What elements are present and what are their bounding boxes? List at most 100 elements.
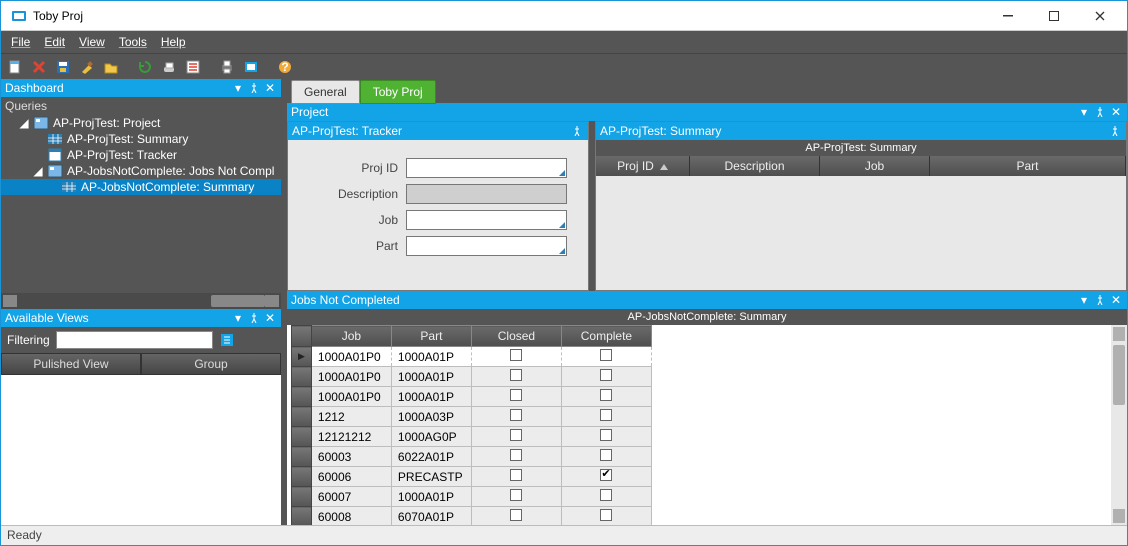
minimize-button[interactable]	[985, 2, 1031, 30]
delete-icon[interactable]	[29, 57, 49, 77]
row-handle[interactable]	[292, 367, 312, 387]
refresh-icon[interactable]	[135, 57, 155, 77]
cell-closed[interactable]	[471, 387, 561, 407]
row-handle[interactable]	[292, 347, 312, 367]
checkbox[interactable]	[510, 389, 522, 401]
checkbox[interactable]	[600, 389, 612, 401]
table-row[interactable]: 1000A01P01000A01P	[292, 347, 652, 367]
jobs-vscrollbar[interactable]	[1111, 325, 1127, 525]
checkbox[interactable]	[510, 469, 522, 481]
checkbox[interactable]	[510, 489, 522, 501]
cell-closed[interactable]	[471, 407, 561, 427]
close-panel-icon[interactable]: ✕	[263, 81, 277, 95]
cell-closed[interactable]	[471, 347, 561, 367]
col-description[interactable]: Description	[690, 156, 820, 176]
dropdown-corner-icon[interactable]	[559, 248, 565, 254]
close-panel-icon[interactable]: ✕	[263, 311, 277, 325]
dashboard-dropdown-icon[interactable]: ▾	[231, 81, 245, 95]
jobs-dropdown-icon[interactable]: ▾	[1077, 293, 1091, 307]
cell-complete[interactable]	[561, 507, 651, 526]
pin-icon[interactable]	[247, 311, 261, 325]
checkbox[interactable]	[600, 509, 612, 521]
cell-part[interactable]: 1000A03P	[391, 407, 471, 427]
erase-icon[interactable]	[159, 57, 179, 77]
table-row[interactable]: 600071000A01P	[292, 487, 652, 507]
col-job[interactable]: Job	[311, 326, 391, 347]
cell-part[interactable]: 6022A01P	[391, 447, 471, 467]
cell-complete[interactable]	[561, 407, 651, 427]
close-button[interactable]	[1077, 2, 1123, 30]
views-dropdown-icon[interactable]: ▾	[231, 311, 245, 325]
checkbox[interactable]	[600, 489, 612, 501]
checkbox[interactable]	[600, 429, 612, 441]
checkbox[interactable]	[510, 449, 522, 461]
tab-general[interactable]: General	[291, 80, 360, 104]
cell-complete[interactable]	[561, 387, 651, 407]
cell-job[interactable]: 60008	[311, 507, 391, 526]
row-handle[interactable]	[292, 507, 312, 526]
col-proj-id[interactable]: Proj ID	[596, 156, 690, 176]
scroll-thumb[interactable]	[211, 295, 265, 307]
checklist-icon[interactable]	[183, 57, 203, 77]
row-handle[interactable]	[292, 427, 312, 447]
menu-file[interactable]: File	[5, 33, 36, 51]
table-row[interactable]: 1000A01P01000A01P	[292, 367, 652, 387]
cell-job[interactable]: 60006	[311, 467, 391, 487]
scroll-left-icon[interactable]	[3, 295, 17, 307]
clear-icon[interactable]	[77, 57, 97, 77]
col-part[interactable]: Part	[930, 156, 1126, 176]
menu-view[interactable]: View	[73, 33, 111, 51]
cell-job[interactable]: 1212	[311, 407, 391, 427]
pin-icon[interactable]	[1108, 124, 1122, 138]
menu-help[interactable]: Help	[155, 33, 192, 51]
filter-input[interactable]	[56, 331, 213, 349]
close-panel-icon[interactable]: ✕	[1109, 105, 1123, 119]
cell-closed[interactable]	[471, 447, 561, 467]
cell-part[interactable]: 1000AG0P	[391, 427, 471, 447]
checkbox[interactable]	[600, 349, 612, 361]
cell-job[interactable]: 1000A01P0	[311, 387, 391, 407]
dropdown-corner-icon[interactable]	[559, 222, 565, 228]
preview-icon[interactable]	[241, 57, 261, 77]
row-handle[interactable]	[292, 387, 312, 407]
row-handle[interactable]	[292, 447, 312, 467]
cell-job[interactable]: 60003	[311, 447, 391, 467]
collapse-icon[interactable]: ◢	[33, 164, 43, 178]
cell-part[interactable]: PRECASTP	[391, 467, 471, 487]
collapse-icon[interactable]: ◢	[19, 116, 29, 130]
print-icon[interactable]	[217, 57, 237, 77]
description-input[interactable]	[406, 184, 567, 204]
pin-icon[interactable]	[247, 81, 261, 95]
cell-closed[interactable]	[471, 487, 561, 507]
cell-closed[interactable]	[471, 507, 561, 526]
table-row[interactable]: 60006PRECASTP	[292, 467, 652, 487]
filter-action-icon[interactable]	[219, 332, 235, 348]
tree-node-tracker[interactable]: AP-ProjTest: Tracker	[1, 147, 281, 163]
cell-complete[interactable]	[561, 427, 651, 447]
scroll-thumb[interactable]	[1113, 345, 1125, 405]
tree-node-jobs-summary[interactable]: AP-JobsNotComplete: Summary	[1, 179, 281, 195]
table-row[interactable]: 121212121000AG0P	[292, 427, 652, 447]
cell-job[interactable]: 60007	[311, 487, 391, 507]
help-icon[interactable]: ?	[275, 57, 295, 77]
queries-group[interactable]: Queries	[1, 97, 281, 115]
cell-part[interactable]: 1000A01P	[391, 487, 471, 507]
tree-node-summary[interactable]: AP-ProjTest: Summary	[1, 131, 281, 147]
pin-icon[interactable]	[1093, 105, 1107, 119]
cell-closed[interactable]	[471, 467, 561, 487]
cell-job[interactable]: 1000A01P0	[311, 347, 391, 367]
cell-complete[interactable]	[561, 367, 651, 387]
new-icon[interactable]	[5, 57, 25, 77]
row-handle[interactable]	[292, 407, 312, 427]
checkbox[interactable]	[600, 369, 612, 381]
checkbox[interactable]	[510, 349, 522, 361]
col-job[interactable]: Job	[820, 156, 930, 176]
row-handle[interactable]	[292, 487, 312, 507]
cell-closed[interactable]	[471, 367, 561, 387]
cell-job[interactable]: 1000A01P0	[311, 367, 391, 387]
checkbox[interactable]	[510, 409, 522, 421]
close-panel-icon[interactable]: ✕	[1109, 293, 1123, 307]
tree-node-jobsnotcomplete[interactable]: ◢ AP-JobsNotComplete: Jobs Not Compl	[1, 163, 281, 179]
project-dropdown-icon[interactable]: ▾	[1077, 105, 1091, 119]
menu-tools[interactable]: Tools	[113, 33, 153, 51]
